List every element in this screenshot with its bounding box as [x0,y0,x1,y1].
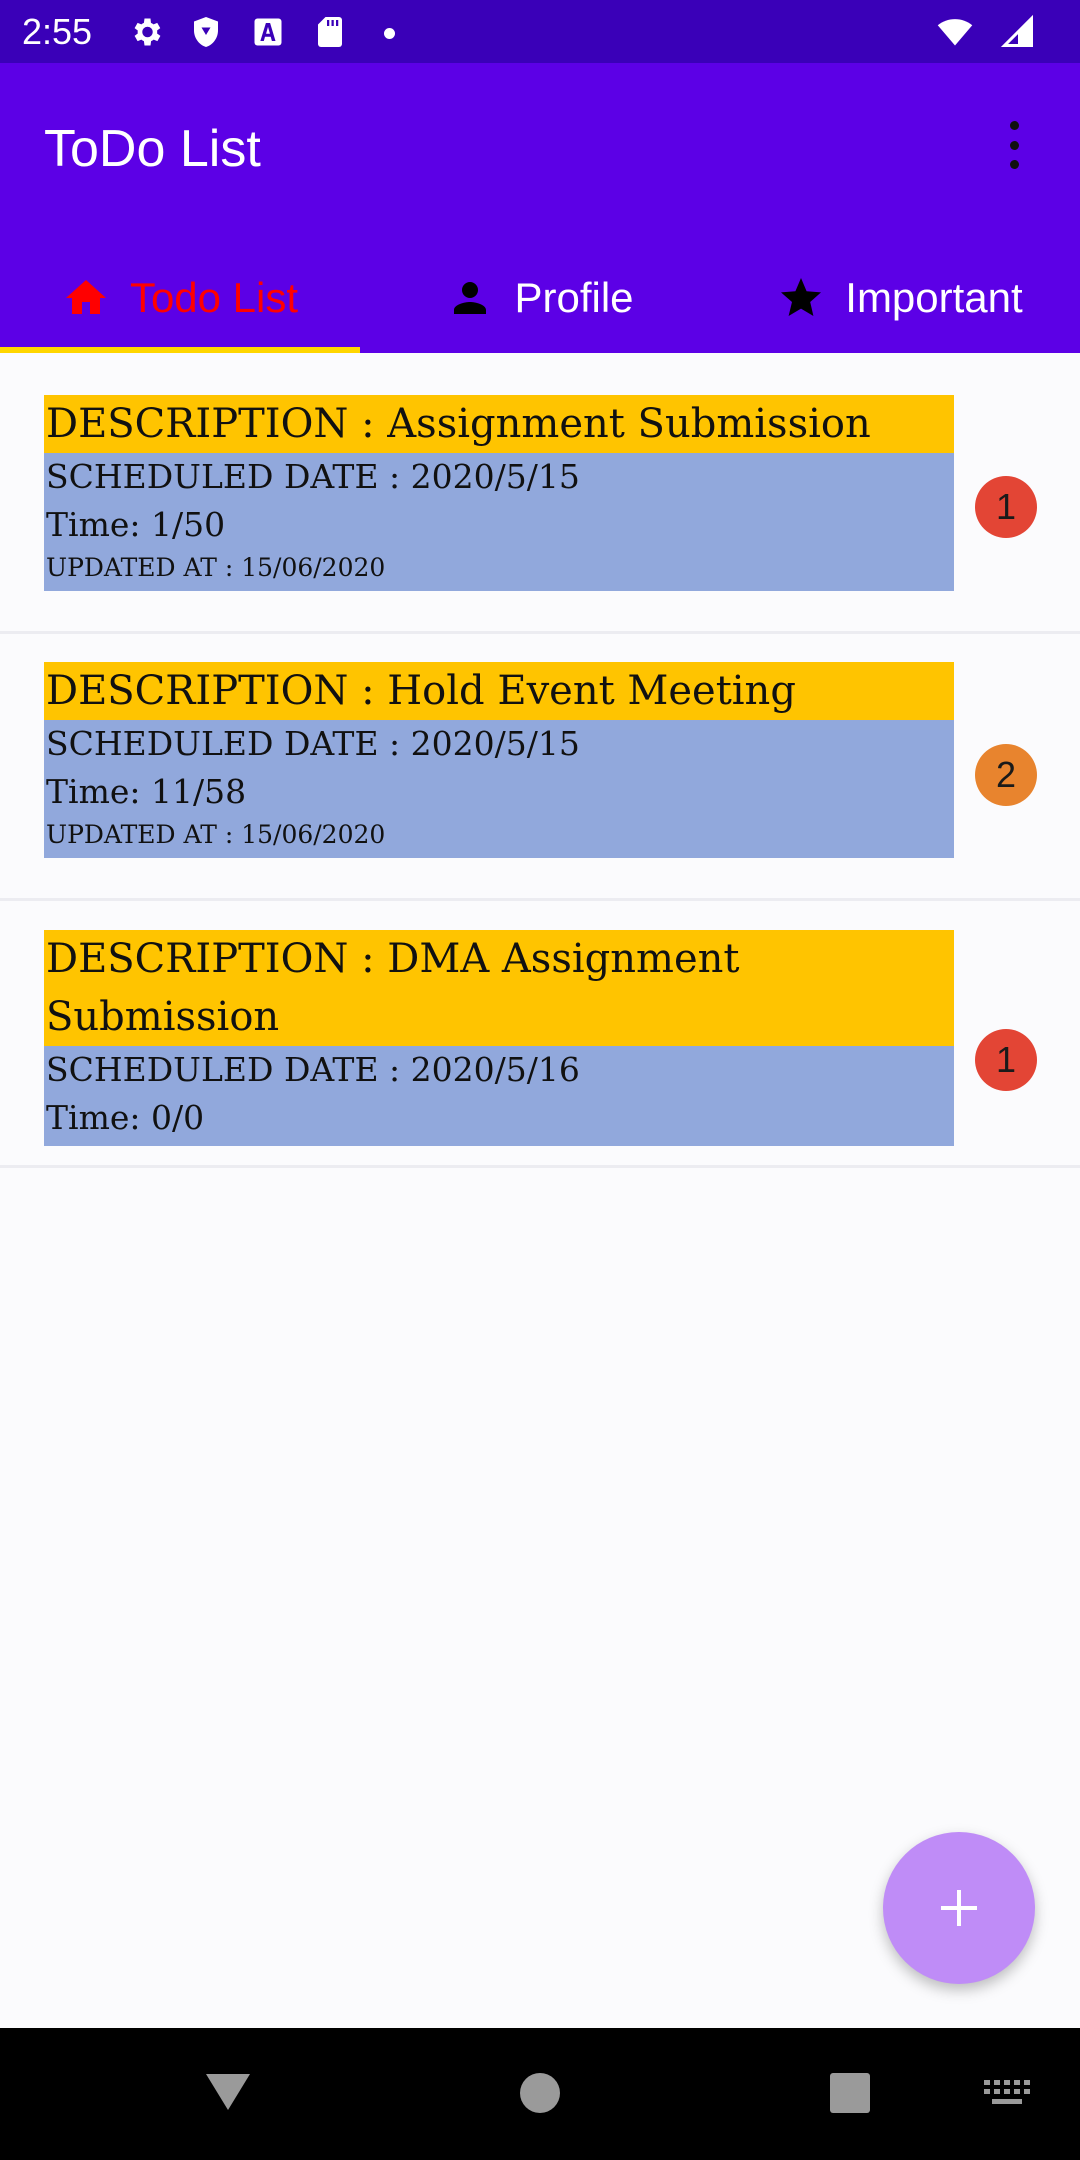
add-todo-button[interactable] [883,1832,1035,1984]
tab-label: Profile [514,274,634,321]
priority-badge: 2 [975,744,1037,806]
todo-time: Time: 11/58 [46,772,247,811]
todo-card: DESCRIPTION : DMA Assignment Submission … [44,930,954,1146]
todo-details: SCHEDULED DATE : 2020/5/15 Time: 11/58 U… [44,720,954,858]
shield-icon [188,14,224,50]
sd-card-icon [312,14,348,50]
gear-icon [128,14,164,50]
todo-updated-at: UPDATED AT : 15/06/2020 [46,553,386,582]
home-icon [62,274,110,322]
list-item[interactable]: DESCRIPTION : DMA Assignment Submission … [0,901,1080,1168]
tab-label: Todo List [129,274,299,321]
keyboard-icon[interactable] [984,2080,1030,2110]
tab-label: Important [845,274,1023,321]
app-bar: ToDo List Todo List Profile Important [0,63,1080,353]
todo-card: DESCRIPTION : Hold Event Meeting SCHEDUL… [44,662,954,858]
tab-bar: Todo List Profile Important [0,243,1080,353]
app-title: ToDo List [44,120,261,178]
todo-time: Time: 0/0 [46,1098,205,1137]
home-circle-icon[interactable] [519,2072,561,2114]
signal-icon [1000,14,1036,50]
recents-icon[interactable] [829,2072,871,2114]
priority-badge: 1 [975,1029,1037,1091]
status-bar: 2:55 [0,0,1080,63]
plus-icon [935,1884,983,1932]
a-icon [250,14,286,50]
todo-description: DESCRIPTION : Hold Event Meeting [44,662,954,720]
todo-updated-at: UPDATED AT : 15/06/2020 [46,820,386,849]
person-icon [446,274,494,322]
todo-details: SCHEDULED DATE : 2020/5/16 Time: 0/0 [44,1046,954,1146]
back-icon[interactable] [204,2070,252,2114]
list-item[interactable]: DESCRIPTION : Hold Event Meeting SCHEDUL… [0,634,1080,901]
tab-profile[interactable]: Profile [360,243,720,353]
more-vert-icon[interactable] [994,115,1034,175]
tab-important[interactable]: Important [720,243,1080,353]
tab-todo-list[interactable]: Todo List [0,243,360,353]
todo-details: SCHEDULED DATE : 2020/5/15 Time: 1/50 UP… [44,453,954,591]
status-time: 2:55 [22,11,93,52]
todo-description: DESCRIPTION : DMA Assignment Submission [44,930,954,1046]
wifi-icon [934,14,976,50]
priority-badge: 1 [975,476,1037,538]
star-icon [777,274,825,322]
todo-scheduled-date: SCHEDULED DATE : 2020/5/16 [46,1050,580,1089]
list-item[interactable]: DESCRIPTION : Assignment Submission SCHE… [0,353,1080,634]
todo-scheduled-date: SCHEDULED DATE : 2020/5/15 [46,457,580,496]
todo-time: Time: 1/50 [46,505,226,544]
todo-card: DESCRIPTION : Assignment Submission SCHE… [44,395,954,591]
todo-scheduled-date: SCHEDULED DATE : 2020/5/15 [46,724,580,763]
navigation-bar [0,2028,1080,2160]
todo-description: DESCRIPTION : Assignment Submission [44,395,954,453]
dot-icon [384,28,395,39]
